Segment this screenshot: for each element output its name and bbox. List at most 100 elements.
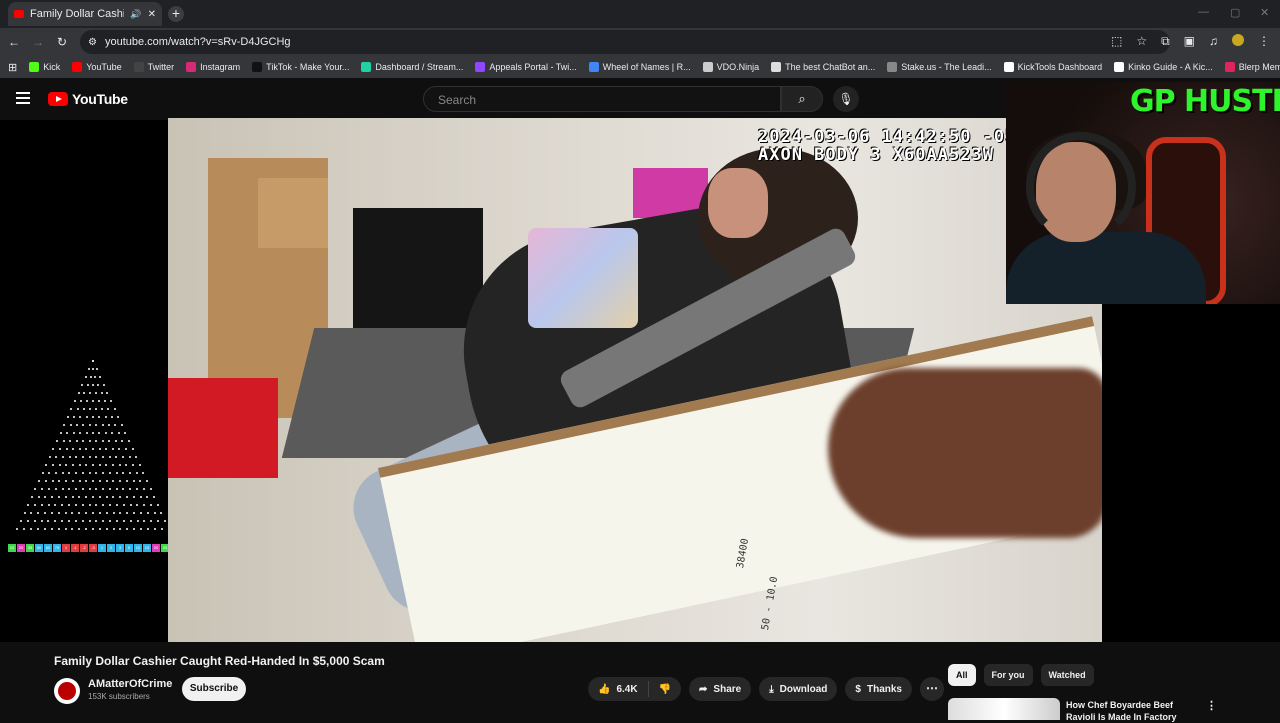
- meter-cell: 20: [152, 544, 160, 552]
- back-icon[interactable]: ←: [6, 34, 22, 50]
- more-actions-button[interactable]: ⋯: [920, 677, 944, 701]
- audio-meter: 10 20 35 50 60 75 1 -1 -2 -3 1 2 3 5 10 15 20 25: [8, 544, 169, 552]
- thumbs-down-icon: 👎: [658, 683, 672, 695]
- bookmark-item[interactable]: Kinko Guide - A Kic...: [1114, 62, 1213, 72]
- speaker-icon[interactable]: 🔊: [130, 9, 141, 20]
- thanks-button[interactable]: $ Thanks: [845, 677, 912, 701]
- thumbs-up-icon: 👍: [598, 683, 611, 695]
- bookmark-star-icon[interactable]: ☆: [1136, 34, 1147, 49]
- browser-tab[interactable]: Family Dollar Cashier Caught 🔊 ✕: [8, 2, 162, 26]
- video-player[interactable]: 38400 50 - 10.0 2024-03-06 14:42:50 -05 …: [168, 118, 1102, 642]
- minimize-icon[interactable]: —: [1198, 6, 1209, 18]
- bookmark-favicon-icon: [252, 62, 263, 72]
- bookmark-item[interactable]: Instagram: [186, 62, 240, 72]
- bookmark-favicon-icon: [29, 62, 40, 72]
- audio-visualizer: [10, 360, 175, 540]
- browser-tab-bar: Family Dollar Cashier Caught 🔊 ✕ + — ▢ ✕: [0, 0, 1280, 28]
- meter-cell: 2: [107, 544, 115, 552]
- headset-icon: [1026, 132, 1136, 242]
- new-tab-button[interactable]: +: [168, 6, 184, 22]
- browser-menu-icon[interactable]: ⋮: [1258, 34, 1270, 49]
- channel-avatar[interactable]: [54, 678, 80, 704]
- site-info-icon[interactable]: ⚙: [88, 37, 97, 48]
- bookmark-item[interactable]: TikTok - Make Your...: [252, 62, 349, 72]
- bookmark-favicon-icon: [1224, 62, 1235, 72]
- bookmark-item[interactable]: Stake.us - The Leadi...: [887, 62, 992, 72]
- search-icon: ⌕: [798, 91, 806, 106]
- bookmark-item[interactable]: VDO.Ninja: [702, 62, 759, 72]
- chip-for-you[interactable]: For you: [983, 664, 1033, 686]
- youtube-favicon-icon: [14, 10, 24, 18]
- bookmark-favicon-icon: [771, 62, 782, 72]
- maximize-icon[interactable]: ▢: [1230, 6, 1240, 19]
- youtube-header: YouTube Search ⌕ 🎙: [0, 78, 1006, 120]
- media-control-icon[interactable]: ♫: [1209, 34, 1218, 49]
- bookmark-item[interactable]: KickTools Dashboard: [1003, 62, 1102, 72]
- profile-avatar[interactable]: [1232, 34, 1244, 46]
- download-icon: ⤓: [769, 683, 774, 695]
- bookmark-item[interactable]: Wheel of Names | R...: [588, 62, 691, 72]
- bookmark-item[interactable]: Dashboard / Stream...: [361, 62, 463, 72]
- meter-cell: 10: [8, 544, 16, 552]
- channel-name[interactable]: AMatterOfCrime: [88, 678, 172, 690]
- extensions-icon[interactable]: ⧉: [1161, 34, 1170, 49]
- tab-close-icon[interactable]: ✕: [148, 9, 156, 20]
- tab-title: Family Dollar Cashier Caught: [30, 8, 125, 20]
- meter-cell: 35: [26, 544, 34, 552]
- install-app-icon[interactable]: ⬚: [1111, 34, 1122, 49]
- meter-cell: -3: [89, 544, 97, 552]
- bookmark-favicon-icon: [887, 62, 898, 72]
- bookmark-item[interactable]: Appeals Portal - Twi...: [475, 62, 577, 72]
- recommended-title[interactable]: How Chef Boyardee Beef Ravioli Is Made I…: [1066, 699, 1202, 723]
- bookmark-favicon-icon: [1003, 62, 1014, 72]
- chip-watched[interactable]: Watched: [1040, 664, 1094, 686]
- apps-grid-icon[interactable]: ⊞: [8, 61, 17, 74]
- forward-icon[interactable]: →: [30, 34, 46, 50]
- download-button[interactable]: ⤓ Download: [759, 677, 838, 701]
- like-count: 6.4K: [616, 683, 638, 695]
- url-text: youtube.com/watch?v=sRv-D4JGCHg: [104, 36, 291, 48]
- reload-icon[interactable]: ↻: [54, 34, 70, 50]
- bookmark-item[interactable]: Blerp Memes | Best...: [1224, 62, 1280, 72]
- bodycam-timestamp: 2024-03-06 14:42:50 -05 AXON BODY 3 X60A…: [758, 127, 1017, 165]
- recommended-thumbnail[interactable]: [948, 698, 1060, 720]
- search-input[interactable]: Search: [423, 86, 781, 112]
- share-button[interactable]: ➦ Share: [689, 677, 752, 701]
- meter-cell: 60: [44, 544, 52, 552]
- meter-cell: 10: [134, 544, 142, 552]
- search-button[interactable]: ⌕: [781, 86, 823, 112]
- window-close-icon[interactable]: ✕: [1260, 6, 1269, 19]
- recommended-menu-icon[interactable]: ⋮: [1206, 699, 1217, 712]
- microphone-icon: 🎙: [838, 92, 854, 106]
- thanks-icon: $: [855, 683, 861, 695]
- streamer-webcam: GP HUSTLA: [1006, 82, 1280, 304]
- bookmark-favicon-icon: [186, 62, 197, 72]
- youtube-play-icon: [48, 92, 68, 106]
- subscribe-button[interactable]: Subscribe: [182, 677, 246, 701]
- meter-cell: 20: [17, 544, 25, 552]
- meter-cell: 3: [116, 544, 124, 552]
- bookmark-item[interactable]: Kick: [29, 62, 60, 72]
- cast-icon[interactable]: ▣: [1184, 34, 1195, 49]
- youtube-logo[interactable]: YouTube: [48, 91, 128, 107]
- bookmark-item[interactable]: Twitter: [133, 62, 174, 72]
- meter-cell: 5: [125, 544, 133, 552]
- chip-all[interactable]: All: [948, 664, 976, 686]
- dislike-button[interactable]: 👎: [649, 677, 681, 701]
- bookmark-favicon-icon: [588, 62, 599, 72]
- meter-cell: 50: [35, 544, 43, 552]
- address-bar[interactable]: ⚙ youtube.com/watch?v=sRv-D4JGCHg: [80, 30, 1170, 54]
- hamburger-menu-icon[interactable]: [16, 92, 30, 107]
- meter-cell: 15: [143, 544, 151, 552]
- stream-overlay-right: [1102, 304, 1280, 642]
- meter-cell: -1: [71, 544, 79, 552]
- bookmark-item[interactable]: YouTube: [72, 62, 122, 72]
- meter-cell: 1: [62, 544, 70, 552]
- like-button[interactable]: 👍 6.4K: [588, 677, 648, 701]
- video-details: Family Dollar Cashier Caught Red-Handed …: [0, 642, 1280, 723]
- bookmark-item[interactable]: The best ChatBot an...: [771, 62, 875, 72]
- like-dislike-group: 👍 6.4K 👎: [588, 677, 682, 701]
- browser-toolbar: ← → ↻ ⚙ youtube.com/watch?v=sRv-D4JGCHg …: [0, 28, 1280, 56]
- voice-search-button[interactable]: 🎙: [833, 86, 859, 112]
- bookmark-favicon-icon: [475, 62, 486, 72]
